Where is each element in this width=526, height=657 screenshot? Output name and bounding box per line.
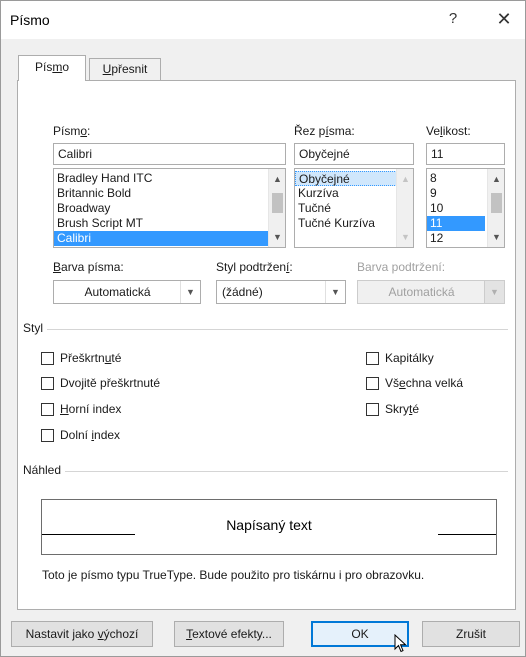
- checkbox-label: Všechna velká: [385, 376, 464, 390]
- underline-style-label: Styl podtržení:: [216, 260, 293, 274]
- font-style-input[interactable]: Obyčejné: [294, 143, 414, 165]
- superscript-checkbox[interactable]: Horní index: [41, 401, 121, 417]
- font-color-label: Barva písma:: [53, 260, 124, 274]
- underline-style-label-pre: Styl podtržen: [216, 260, 287, 274]
- font-size-label: Velikost:: [426, 124, 471, 138]
- effects-group-label: Styl: [23, 321, 48, 335]
- checkbox-box[interactable]: [41, 428, 54, 442]
- tab-advanced[interactable]: Upřesnit: [89, 58, 161, 80]
- scroll-up-icon[interactable]: ▲: [269, 171, 285, 188]
- title-bar: Písmo ? ✕: [1, 1, 525, 39]
- scroll-thumb[interactable]: [272, 193, 283, 213]
- font-name-label-pre: Písm: [53, 124, 81, 138]
- font-size-label-pre: Ve: [426, 124, 441, 138]
- size-list-item-selected[interactable]: 11: [427, 216, 485, 231]
- font-color-value: Automatická: [84, 285, 151, 299]
- double-strikethrough-checkbox[interactable]: Dvojitě přeškrtnuté: [41, 375, 160, 391]
- close-button[interactable]: ✕: [491, 7, 517, 31]
- scroll-down-icon[interactable]: ▼: [488, 229, 504, 246]
- chevron-down-icon[interactable]: ▼: [325, 281, 345, 303]
- help-button[interactable]: ?: [441, 7, 465, 31]
- font-size-label-post: ikost:: [442, 124, 471, 138]
- font-color-label-accel: B: [53, 260, 62, 274]
- font-color-label-post: arva písma:: [61, 260, 124, 274]
- underline-style-label-post: :: [289, 260, 293, 274]
- font-list-item[interactable]: Brush Script MT: [54, 216, 285, 231]
- font-style-label-pre: Řez p: [294, 124, 326, 138]
- all-caps-checkbox[interactable]: Všechna velká: [366, 375, 463, 391]
- preview-box: Napísaný text: [41, 499, 497, 555]
- font-dialog: Písmo ? ✕ Písmo Upřesnit Písmo: Calibri …: [0, 0, 526, 657]
- font-style-label-post: sma:: [328, 124, 355, 138]
- tab-font[interactable]: Písmo: [18, 55, 86, 81]
- font-size-input[interactable]: 11: [426, 143, 505, 165]
- scroll-up-icon[interactable]: ▲: [488, 171, 504, 188]
- effects-group-line: [26, 329, 508, 330]
- tab-advanced-label-accel: U: [102, 62, 112, 76]
- font-list-item[interactable]: Bradley Hand ITC: [54, 171, 285, 186]
- checkbox-box[interactable]: [41, 376, 54, 390]
- preview-line-left: [42, 534, 135, 535]
- cancel-button[interactable]: Zrušit: [422, 621, 520, 647]
- preview-group-label: Náhled: [23, 463, 66, 477]
- mouse-pointer-icon: [394, 634, 407, 653]
- checkbox-label: Dolní index: [60, 428, 121, 442]
- checkbox-label: Horní index: [60, 402, 122, 416]
- font-style-list[interactable]: Obyčejné Kurzíva Tučné Tučné Kurzíva ▲ ▼: [294, 168, 414, 248]
- checkbox-label: Kapitálky: [385, 351, 434, 365]
- font-name-input[interactable]: Calibri: [53, 143, 286, 165]
- chevron-down-icon: ▼: [484, 281, 504, 303]
- underline-color-label: Barva podtržení:: [357, 260, 446, 274]
- checkbox-label: Přeškrtnuté: [60, 351, 122, 365]
- checkbox-box[interactable]: [41, 402, 54, 416]
- subscript-checkbox[interactable]: Dolní index: [41, 427, 120, 443]
- font-list-item-selected[interactable]: Calibri: [54, 231, 285, 246]
- underline-color-value: Automatická: [388, 285, 455, 299]
- font-style-label: Řez písma:: [294, 124, 355, 138]
- tab-panel-font: Písmo: Calibri Bradley Hand ITC Britanni…: [17, 80, 516, 610]
- scroll-down-icon[interactable]: ▼: [269, 229, 285, 246]
- scroll-up-icon: ▲: [401, 174, 410, 184]
- size-list-scrollbar[interactable]: ▲ ▼: [487, 169, 504, 247]
- underline-style-value: (žádné): [222, 285, 263, 299]
- font-list-item[interactable]: Broadway: [54, 201, 285, 216]
- scroll-down-icon: ▼: [401, 232, 410, 242]
- set-as-default-button[interactable]: Nastavit jako výchozí: [11, 621, 153, 647]
- tab-font-label-pre: Pís: [34, 60, 53, 74]
- font-name-label: Písmo:: [53, 124, 90, 138]
- preview-group-line: [26, 471, 508, 472]
- checkbox-label: Dvojitě přeškrtnuté: [60, 376, 161, 390]
- underline-style-dropdown[interactable]: (žádné) ▼: [216, 280, 346, 304]
- font-size-list[interactable]: 8 9 10 11 12 ▲ ▼: [426, 168, 505, 248]
- font-name-label-post: :: [87, 124, 91, 138]
- tab-font-label-post: o: [62, 60, 70, 74]
- checkbox-box[interactable]: [366, 376, 379, 390]
- underline-color-dropdown: Automatická ▼: [357, 280, 505, 304]
- text-effects-button[interactable]: Textové efekty...: [174, 621, 284, 647]
- checkbox-label: Skryté: [385, 402, 420, 416]
- dialog-title: Písmo: [10, 12, 50, 28]
- checkbox-box[interactable]: [366, 351, 379, 365]
- style-list-scrollbar[interactable]: ▲ ▼: [396, 169, 413, 247]
- small-caps-checkbox[interactable]: Kapitálky: [366, 350, 434, 366]
- chevron-down-icon[interactable]: ▼: [180, 281, 200, 303]
- strikethrough-checkbox[interactable]: Přeškrtnuté: [41, 350, 121, 366]
- checkbox-box[interactable]: [366, 402, 379, 416]
- font-list-item[interactable]: Britannic Bold: [54, 186, 285, 201]
- checkbox-box[interactable]: [41, 351, 54, 365]
- font-name-list[interactable]: Bradley Hand ITC Britannic Bold Broadway…: [53, 168, 286, 248]
- tab-advanced-label-post: přesnit: [111, 62, 148, 76]
- scroll-thumb[interactable]: [491, 193, 502, 213]
- preview-sample-text: Napísaný text: [226, 517, 312, 533]
- font-type-description: Toto je písmo typu TrueType. Bude použit…: [42, 568, 425, 582]
- preview-line-right: [438, 534, 496, 535]
- font-color-dropdown[interactable]: Automatická ▼: [53, 280, 201, 304]
- tab-font-label-accel: m: [52, 60, 63, 74]
- font-list-scrollbar[interactable]: ▲ ▼: [268, 169, 285, 247]
- hidden-checkbox[interactable]: Skryté: [366, 401, 419, 417]
